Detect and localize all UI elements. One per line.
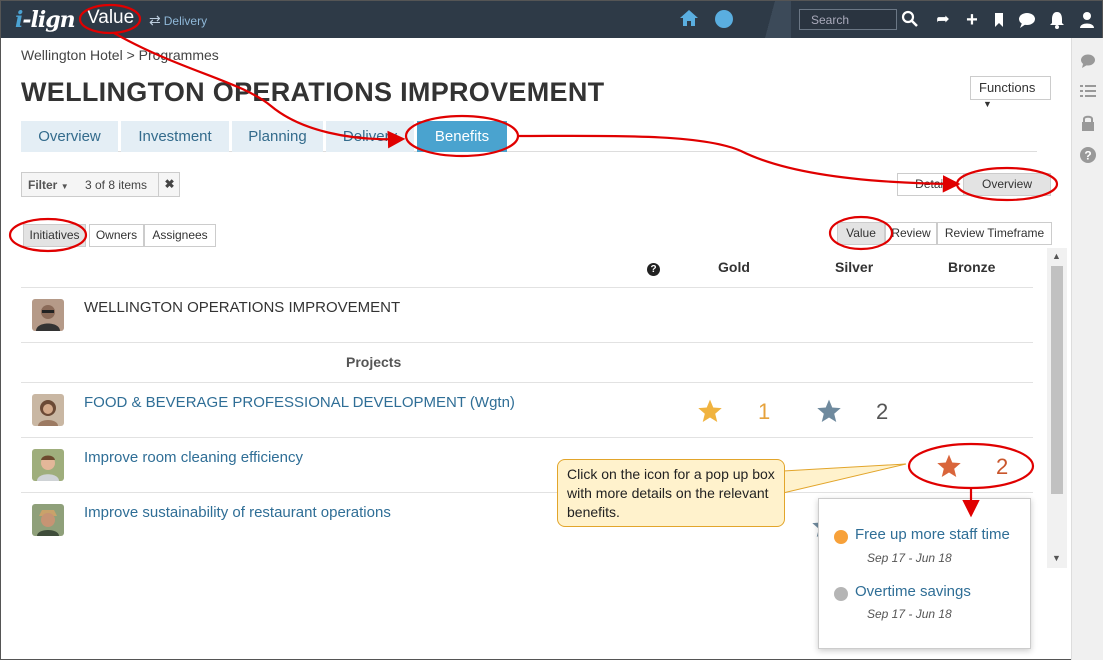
swap-icon: ⇄ bbox=[149, 12, 161, 28]
app-title[interactable]: Value bbox=[87, 7, 134, 29]
app-window: i-lign Value ⇄ Delivery Search ➦ + ? Wel… bbox=[1, 1, 1103, 660]
bronze-count[interactable]: 2 bbox=[996, 454, 1008, 480]
vertical-scrollbar[interactable]: ▲ ▼ bbox=[1047, 248, 1067, 568]
filter-count: 3 of 8 items bbox=[85, 178, 148, 192]
filter-bar: Filter ▼ 3 of 8 items ✖ bbox=[21, 172, 180, 197]
programme-name[interactable]: WELLINGTON OPERATIONS IMPROVEMENT bbox=[84, 299, 400, 316]
functions-dropdown[interactable]: Functions ▼ bbox=[970, 76, 1051, 109]
review-timeframe-button[interactable]: Review Timeframe bbox=[937, 222, 1052, 245]
owners-button[interactable]: Owners bbox=[89, 224, 144, 247]
detail-button[interactable]: Detail bbox=[897, 173, 964, 196]
caret-down-icon: ▼ bbox=[60, 182, 69, 191]
list-icon[interactable] bbox=[1079, 82, 1097, 100]
project-name-link[interactable]: FOOD & BEVERAGE PROFESSIONAL DEVELOPMENT… bbox=[84, 394, 515, 411]
tab-benefits[interactable]: Benefits bbox=[417, 121, 507, 152]
avatar bbox=[32, 504, 64, 536]
top-nav-bar: i-lign Value ⇄ Delivery Search ➦ + bbox=[1, 1, 1102, 38]
avatar bbox=[32, 299, 64, 331]
filter-dropdown[interactable]: Filter ▼ bbox=[28, 178, 69, 192]
gold-count[interactable]: 1 bbox=[758, 399, 770, 425]
tab-delivery[interactable]: Delivery bbox=[326, 121, 414, 152]
callout-note: Click on the icon for a pop up box with … bbox=[557, 459, 785, 527]
app-logo[interactable]: i-lign bbox=[15, 7, 76, 33]
gold-star-icon[interactable] bbox=[697, 398, 723, 424]
project-name-link[interactable]: Improve sustainability of restaurant ope… bbox=[84, 504, 391, 521]
help-icon[interactable]: ? bbox=[647, 263, 660, 276]
scroll-down-icon[interactable]: ▼ bbox=[1052, 553, 1061, 563]
chat-icon[interactable] bbox=[1017, 10, 1037, 30]
silver-column-header: Silver bbox=[835, 259, 874, 275]
overview-button[interactable]: Overview bbox=[963, 173, 1051, 196]
home-icon[interactable] bbox=[679, 8, 699, 28]
benefit-link[interactable]: Free up more staff time bbox=[855, 526, 1010, 543]
tab-investment[interactable]: Investment bbox=[121, 121, 229, 152]
user-icon[interactable] bbox=[1077, 10, 1097, 30]
projects-heading: Projects bbox=[346, 354, 402, 370]
bell-icon[interactable] bbox=[1047, 10, 1067, 30]
bookmark-icon[interactable] bbox=[989, 10, 1009, 30]
silver-star-icon[interactable] bbox=[816, 398, 842, 424]
switch-label: Delivery bbox=[163, 14, 208, 28]
switch-to-delivery-link[interactable]: ⇄ Delivery bbox=[149, 12, 207, 29]
bronze-star-icon[interactable] bbox=[936, 453, 962, 479]
globe-icon[interactable] bbox=[715, 10, 733, 28]
avatar bbox=[32, 394, 64, 426]
caret-down-icon: ▼ bbox=[983, 99, 992, 109]
right-sidebar: ? bbox=[1071, 38, 1103, 660]
lock-icon[interactable] bbox=[1079, 114, 1097, 132]
help-circle-icon[interactable]: ? bbox=[1079, 146, 1097, 164]
scroll-thumb[interactable] bbox=[1051, 266, 1063, 494]
value-mode-button[interactable]: Value bbox=[837, 222, 885, 245]
initiatives-button[interactable]: Initiatives bbox=[23, 224, 86, 247]
svg-text:?: ? bbox=[1084, 149, 1091, 163]
benefit-dates: Sep 17 - Jun 18 bbox=[867, 551, 952, 565]
tab-bar: Overview Investment Planning Delivery Be… bbox=[21, 121, 1037, 152]
avatar bbox=[32, 449, 64, 481]
comments-icon[interactable] bbox=[1079, 52, 1097, 70]
page-title: WELLINGTON OPERATIONS IMPROVEMENT bbox=[21, 77, 605, 107]
breadcrumb[interactable]: Wellington Hotel > Programmes bbox=[21, 47, 219, 63]
review-mode-button[interactable]: Review bbox=[885, 222, 937, 245]
bronze-column-header: Bronze bbox=[948, 259, 996, 275]
status-dot-icon bbox=[834, 530, 848, 544]
add-icon[interactable]: + bbox=[962, 10, 982, 30]
annotation-circle bbox=[907, 442, 1035, 490]
functions-label: Functions bbox=[979, 80, 1036, 95]
clear-filter-icon[interactable]: ✖ bbox=[158, 173, 180, 196]
status-dot-icon bbox=[834, 587, 848, 601]
tab-overview[interactable]: Overview bbox=[21, 121, 118, 152]
gold-column-header: Gold bbox=[718, 259, 750, 275]
share-icon[interactable]: ➦ bbox=[933, 10, 953, 30]
scroll-up-icon[interactable]: ▲ bbox=[1052, 251, 1061, 261]
benefit-link[interactable]: Overtime savings bbox=[855, 583, 971, 600]
benefit-popup: Free up more staff time Sep 17 - Jun 18 … bbox=[818, 498, 1031, 649]
search-input[interactable]: Search bbox=[799, 9, 897, 30]
benefit-dates: Sep 17 - Jun 18 bbox=[867, 607, 952, 621]
silver-count[interactable]: 2 bbox=[876, 399, 888, 425]
assignees-button[interactable]: Assignees bbox=[144, 224, 216, 247]
project-name-link[interactable]: Improve room cleaning efficiency bbox=[84, 449, 303, 466]
filter-label: Filter bbox=[28, 178, 58, 192]
search-icon[interactable] bbox=[901, 10, 919, 28]
tab-planning[interactable]: Planning bbox=[232, 121, 323, 152]
